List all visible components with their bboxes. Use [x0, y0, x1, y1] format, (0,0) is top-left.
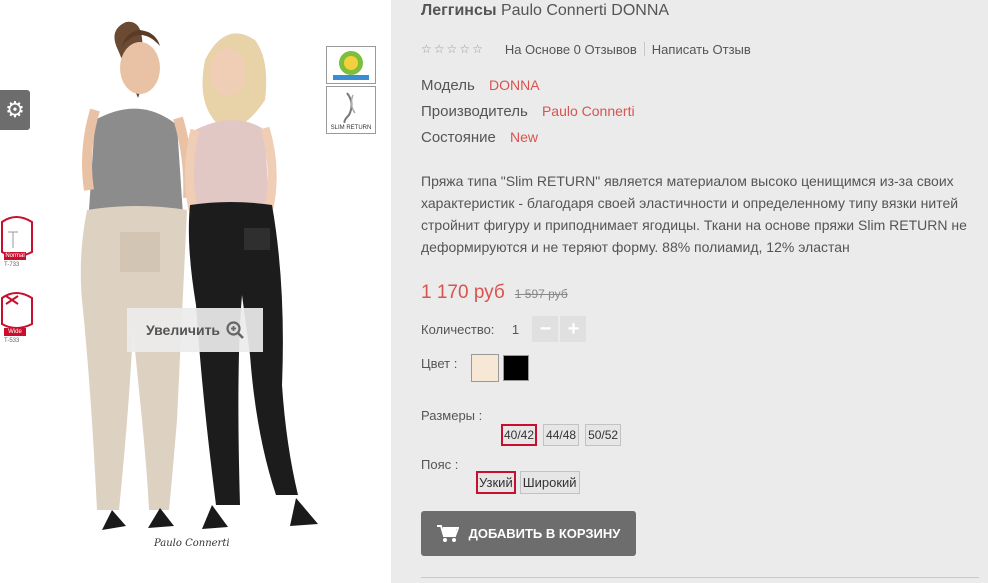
size-option[interactable]: 44/48	[543, 424, 580, 446]
color-label: Цвет :	[421, 355, 458, 371]
size-option[interactable]: 50/52	[585, 424, 622, 446]
spec-model: Модель DONNA	[421, 77, 540, 94]
zoom-button[interactable]: Увеличить	[127, 308, 263, 352]
thumb-normal-caption: Normal	[4, 252, 26, 260]
rating-row: ☆ ☆ ☆ ☆ ☆ На Основе 0 Отзывов Написать О…	[421, 41, 751, 57]
spec-maker-label: Производитель	[421, 103, 528, 120]
star-empty-icon: ☆	[433, 42, 445, 56]
belt-option[interactable]: Узкий	[476, 471, 516, 494]
gear-icon: ⚙	[5, 97, 25, 122]
thumb-wide-image	[0, 292, 33, 328]
cart-icon	[436, 524, 459, 542]
section-divider	[421, 577, 979, 578]
size-options: 40/42 44/48 50/52	[501, 424, 622, 446]
spec-condition-value: New	[510, 129, 539, 145]
add-to-cart-label: ДОБАВИТЬ В КОРЗИНУ	[468, 526, 621, 541]
reviews-count-link[interactable]: На Основе 0 Отзывов	[505, 42, 637, 57]
product-category: Леггинсы	[421, 2, 497, 19]
spec-model-value: DONNA	[489, 77, 540, 93]
spec-maker-value: Paulo Connerti	[541, 103, 635, 119]
quantity-decrease-button[interactable]: −	[532, 316, 559, 342]
spec-model-label: Модель	[421, 77, 475, 94]
product-name: Paulo Connerti DONNA	[500, 2, 670, 19]
settings-tab[interactable]: ⚙	[0, 90, 30, 130]
product-title: Леггинсы Paulo Connerti DONNA	[421, 2, 669, 20]
add-to-cart-button[interactable]: ДОБАВИТЬ В КОРЗИНУ	[421, 511, 636, 556]
star-empty-icon: ☆	[446, 42, 458, 56]
quantity-row: Количество: − +	[421, 316, 587, 342]
size-option[interactable]: 40/42	[501, 424, 538, 446]
spec-condition-label: Состояние	[421, 129, 496, 146]
thumb-wide-code: T-533	[4, 338, 20, 344]
write-review-link[interactable]: Написать Отзыв	[652, 42, 751, 57]
star-empty-icon: ☆	[459, 42, 471, 56]
quantity-input[interactable]	[500, 316, 531, 342]
zoom-in-icon	[226, 321, 244, 339]
thumb-wide-caption: Wide	[4, 328, 26, 336]
thumb-normal-code: T-733	[4, 262, 20, 268]
model-left-figure	[80, 21, 194, 530]
oeko-tex-logo	[333, 51, 369, 80]
quantity-label: Количество:	[421, 321, 495, 337]
spec-maker: Производитель Paulo Connerti	[421, 103, 635, 120]
belt-option[interactable]: Широкий	[519, 471, 580, 494]
zoom-button-label: Увеличить	[145, 322, 221, 338]
slim-return-badge: SLIM RETURN	[326, 86, 376, 134]
brand-caption: Paulo Connerti	[154, 538, 230, 549]
star-empty-icon: ☆	[421, 42, 432, 56]
slim-return-figure-icon	[343, 92, 356, 123]
thumb-normal[interactable]: Normal T-733	[0, 212, 40, 272]
sizes-label: Размеры :	[421, 408, 483, 423]
rating-stars: ☆ ☆ ☆ ☆ ☆	[421, 42, 483, 56]
price-row: 1 170 руб 1 597 руб	[421, 282, 568, 304]
color-swatch-beige[interactable]	[471, 354, 500, 382]
belt-options: Узкий Широкий	[476, 471, 580, 494]
slim-return-label: SLIM RETURN	[330, 125, 372, 131]
product-image-panel: ⚙ Normal T-733 Wide T-533 SLIM RETURN Ув…	[0, 0, 391, 583]
old-price: 1 597 руб	[514, 287, 568, 301]
quantity-increase-button[interactable]: +	[560, 316, 587, 342]
model-right-figure	[184, 33, 318, 529]
certification-badge	[326, 46, 376, 84]
spec-condition: Состояние New	[421, 129, 538, 146]
product-description: Пряжа типа "Slim RETURN" является матери…	[421, 173, 967, 255]
belt-label: Пояс :	[421, 457, 459, 472]
minus-icon: −	[539, 317, 552, 340]
price: 1 170 руб	[421, 282, 505, 303]
color-row: Цвет :	[421, 354, 530, 382]
color-swatch-black[interactable]	[503, 355, 530, 381]
rating-separator	[643, 42, 645, 56]
thumb-wide[interactable]: Wide T-533	[0, 290, 40, 350]
star-empty-icon: ☆	[472, 42, 483, 56]
plus-icon: +	[567, 317, 580, 340]
